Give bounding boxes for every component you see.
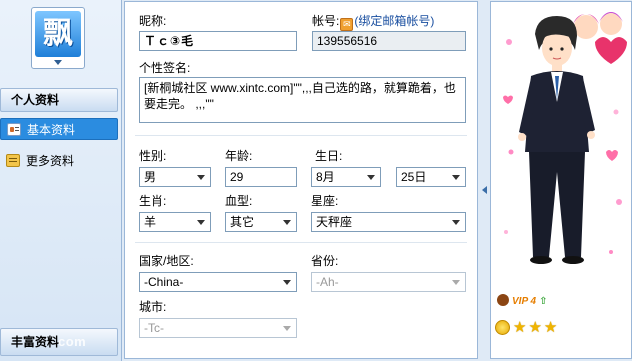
birthday-label: 生日: bbox=[315, 149, 343, 163]
zodiac-select[interactable]: 羊 bbox=[139, 212, 211, 232]
chevron-down-icon bbox=[452, 220, 460, 225]
arrow-up-icon: ⇧ bbox=[539, 296, 548, 307]
avatar-image: 飘 bbox=[35, 11, 81, 57]
profile-card-icon bbox=[7, 123, 21, 136]
signature-textarea[interactable]: [新桐城社区 www.xintc.com]"",,,自己选的路，就算跪着，也要走… bbox=[139, 77, 466, 123]
bind-email-link[interactable]: (绑定邮箱帐号) bbox=[354, 14, 434, 28]
vip-level: VIP 4 bbox=[512, 296, 537, 307]
country-select[interactable]: -China- bbox=[139, 272, 297, 292]
account-label: 帐号: ✉ (绑定邮箱帐号) bbox=[312, 12, 434, 31]
chevron-down-icon bbox=[283, 220, 291, 225]
chevron-down-icon bbox=[283, 326, 291, 331]
avatar-show-image bbox=[503, 12, 627, 264]
nickname-label: 昵称: bbox=[139, 14, 167, 28]
watermark: com bbox=[58, 334, 87, 349]
level-sun-icon bbox=[495, 319, 510, 335]
age-input[interactable]: 29 bbox=[225, 167, 297, 187]
avatar-dropdown-icon[interactable] bbox=[54, 60, 62, 65]
section-personal-info[interactable]: 个人资料 bbox=[0, 88, 118, 112]
avatar[interactable]: 飘 bbox=[31, 7, 85, 69]
account-label-text: 帐号: bbox=[312, 14, 340, 28]
nickname-input[interactable]: Ｔｃ③毛 bbox=[139, 31, 297, 51]
panel-splitter[interactable] bbox=[480, 0, 489, 361]
gender-label: 性别: bbox=[139, 149, 167, 163]
city-label: 城市: bbox=[139, 300, 167, 314]
avatar-show-panel: VIP 4 ⇧ ★ ★ ★ bbox=[490, 1, 632, 359]
vip-face-icon bbox=[497, 294, 509, 306]
country-label: 国家/地区: bbox=[139, 254, 194, 268]
collapse-left-icon[interactable] bbox=[482, 186, 487, 194]
sidebar-item-more-info[interactable]: 更多资料 bbox=[0, 150, 118, 172]
sidebar-item-label: 基本资料 bbox=[27, 123, 76, 137]
signature-label: 个性签名: bbox=[139, 61, 191, 75]
chevron-down-icon bbox=[197, 175, 205, 180]
sidebar: 飘 个人资料 基本资料 更多资料 丰富资料 com bbox=[0, 0, 122, 361]
city-value: -Tc- bbox=[144, 321, 164, 335]
blood-type-value: 其它 bbox=[230, 215, 255, 229]
province-value: -Ah- bbox=[316, 275, 339, 289]
zodiac-label: 生肖: bbox=[139, 194, 167, 208]
blood-type-label: 血型: bbox=[225, 194, 253, 208]
email-bind-icon: ✉ bbox=[340, 18, 354, 31]
sidebar-item-basic-info[interactable]: 基本资料 bbox=[0, 118, 118, 140]
age-label: 年龄: bbox=[225, 149, 253, 163]
chevron-down-icon bbox=[367, 175, 375, 180]
birth-month-value: 8月 bbox=[316, 170, 335, 184]
level-stars[interactable]: ★ ★ ★ bbox=[495, 318, 559, 336]
star-icon: ★ bbox=[528, 319, 542, 336]
vip-badge[interactable]: VIP 4 ⇧ bbox=[497, 294, 547, 310]
divider bbox=[135, 135, 467, 136]
sidebar-item-label: 更多资料 bbox=[26, 154, 75, 168]
divider bbox=[135, 242, 467, 243]
zodiac-value: 羊 bbox=[144, 215, 157, 229]
blood-type-select[interactable]: 其它 bbox=[225, 212, 297, 232]
province-select[interactable]: -Ah- bbox=[311, 272, 466, 292]
chevron-down-icon bbox=[452, 280, 460, 285]
profile-form: 昵称: Ｔｃ③毛 帐号: ✉ (绑定邮箱帐号) 139556516 个性签名: [新… bbox=[124, 1, 478, 359]
city-select[interactable]: -Tc- bbox=[139, 318, 297, 338]
chevron-down-icon bbox=[197, 220, 205, 225]
constellation-select[interactable]: 天秤座 bbox=[311, 212, 466, 232]
star-icon: ★ bbox=[543, 319, 558, 336]
country-value: -China- bbox=[144, 275, 184, 289]
star-icon: ★ bbox=[513, 319, 527, 336]
province-label: 省份: bbox=[311, 254, 339, 268]
gender-value: 男 bbox=[144, 170, 157, 184]
constellation-label: 星座: bbox=[311, 194, 339, 208]
constellation-value: 天秤座 bbox=[316, 215, 353, 229]
birth-month-select[interactable]: 8月 bbox=[311, 167, 381, 187]
more-info-icon bbox=[6, 154, 20, 167]
birth-day-value: 25日 bbox=[401, 170, 427, 184]
birth-day-select[interactable]: 25日 bbox=[396, 167, 466, 187]
chevron-down-icon bbox=[283, 280, 291, 285]
chevron-down-icon bbox=[452, 175, 460, 180]
account-field: 139556516 bbox=[312, 31, 466, 51]
gender-select[interactable]: 男 bbox=[139, 167, 211, 187]
